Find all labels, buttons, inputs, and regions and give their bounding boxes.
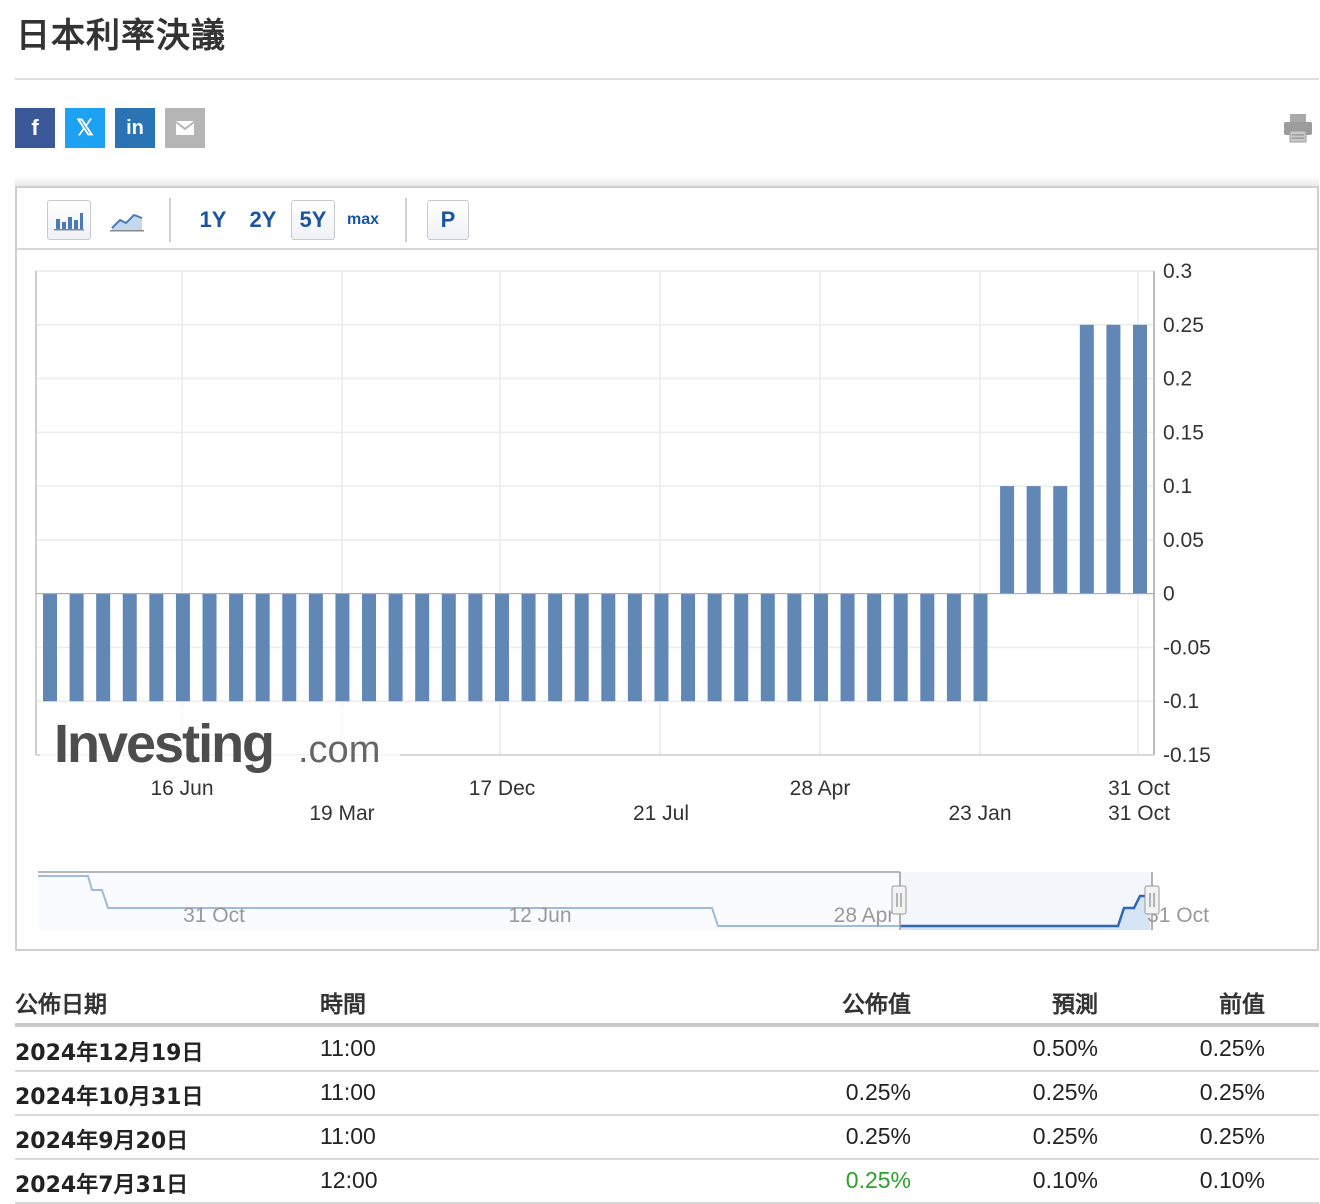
page-title: 日本利率決議 [16,16,226,56]
header-actual: 公佈值 [842,992,911,1018]
header-forecast: 預測 [1052,992,1098,1018]
p-button[interactable]: P [427,200,469,240]
title-divider [15,78,1319,80]
facebook-icon: f [31,115,39,140]
row-previous: 0.25% [1199,1079,1265,1105]
range-2y-button[interactable]: 2Y [243,200,283,240]
header-date: 公佈日期 [15,992,107,1018]
row-time: 11:00 [320,1079,376,1105]
chart-shadow [15,176,1319,186]
bar-chart-button[interactable] [47,200,91,240]
row-date: 2024年12月19日 [15,1041,204,1066]
envelope-icon [175,121,195,135]
row-previous: 0.25% [1199,1035,1265,1061]
area-chart-icon [110,213,144,232]
area-chart-button[interactable] [105,200,149,240]
toolbar-separator [169,198,171,242]
row-actual: 0.25% [845,1123,911,1149]
range-max-button[interactable]: max [343,200,383,240]
row-date: 2024年7月31日 [15,1173,189,1198]
row-actual: 0.25% [845,1167,911,1193]
toolbar-separator [405,198,407,242]
table-row: 2024年7月31日 12:00 0.25% 0.10% 0.10% [15,1160,1319,1204]
row-date: 2024年9月20日 [15,1129,189,1154]
range-5y-button[interactable]: 5Y [291,200,335,240]
table-row: 2024年9月20日 11:00 0.25% 0.25% 0.25% [15,1116,1319,1160]
row-forecast: 0.10% [1032,1167,1098,1193]
chart-toolbar: 1Y 2Y 5Y max P [17,188,1317,250]
facebook-share-button[interactable]: f [15,108,55,148]
linkedin-share-button[interactable]: in [115,108,155,148]
email-share-button[interactable] [165,108,205,148]
table-header-row: 公佈日期 時間 公佈值 預測 前值 [15,975,1319,1027]
row-actual: 0.25% [845,1079,911,1105]
row-date: 2024年10月31日 [15,1085,204,1110]
chart-container: 1Y 2Y 5Y max P [15,186,1319,951]
range-1y-button[interactable]: 1Y [193,200,233,240]
header-time: 時間 [320,992,366,1018]
row-forecast: 0.50% [1032,1035,1098,1061]
header-previous: 前值 [1219,992,1265,1018]
table-row: 2024年10月31日 11:00 0.25% 0.25% 0.25% [15,1072,1319,1116]
row-time: 12:00 [320,1167,378,1193]
row-forecast: 0.25% [1032,1123,1098,1149]
row-time: 11:00 [320,1123,376,1149]
linkedin-icon: in [126,116,144,139]
row-time: 11:00 [320,1035,376,1061]
row-forecast: 0.25% [1032,1079,1098,1105]
bar-chart-icon [54,213,84,231]
printer-icon[interactable] [1282,112,1314,144]
table-row: 2024年12月19日 11:00 0.50% 0.25% [15,1028,1319,1072]
twitter-x-icon: 𝕏 [76,115,94,140]
row-previous: 0.25% [1199,1123,1265,1149]
row-previous: 0.10% [1199,1167,1265,1193]
twitter-share-button[interactable]: 𝕏 [65,108,105,148]
